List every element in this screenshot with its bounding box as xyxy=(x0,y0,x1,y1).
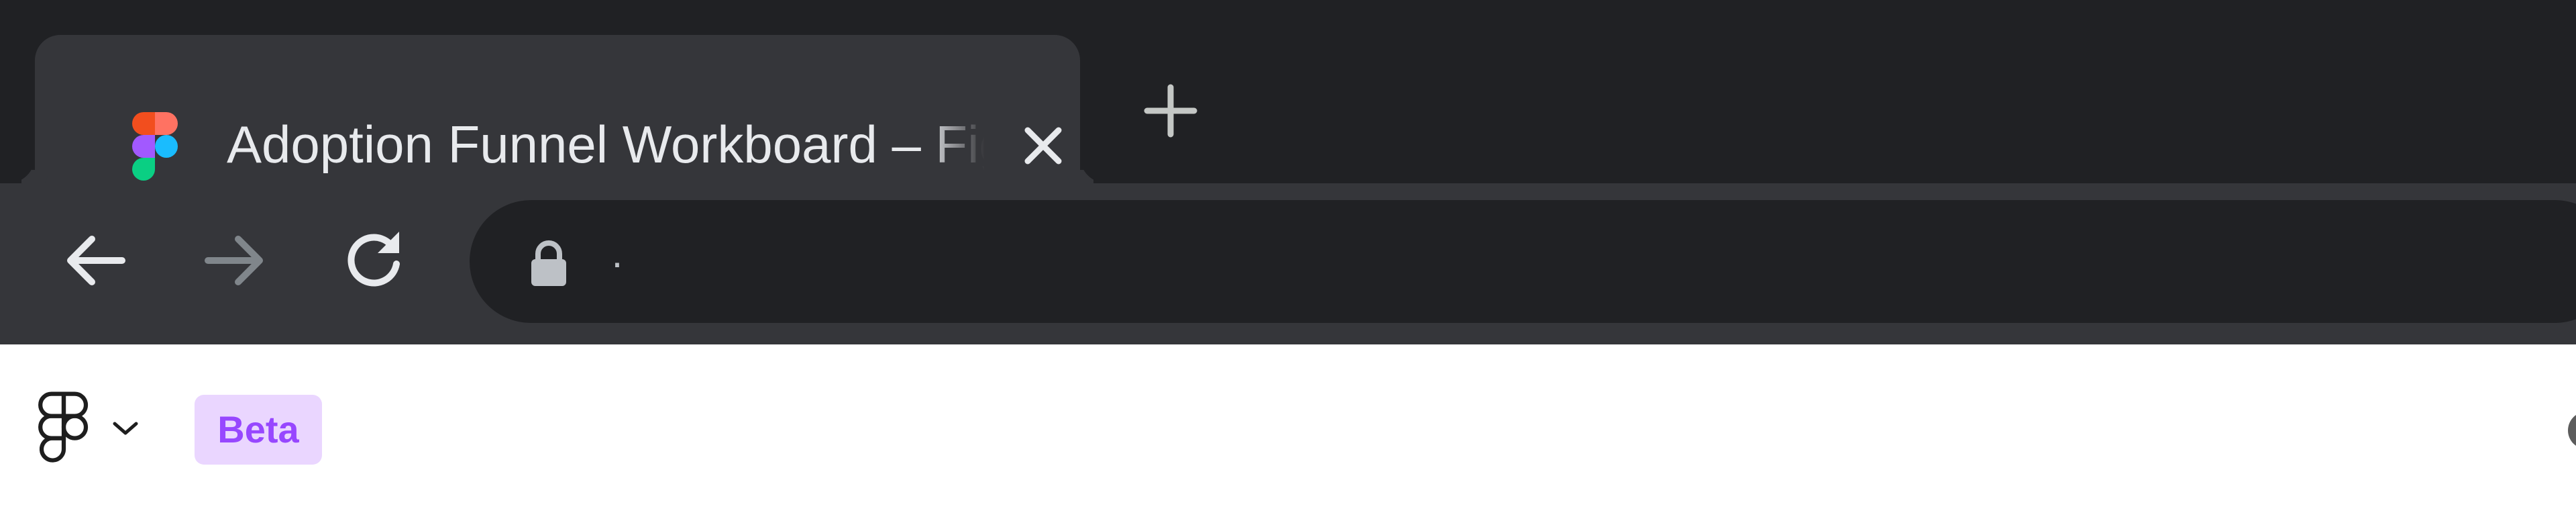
arrow-left-icon[interactable] xyxy=(58,224,132,297)
figma-logo-icon xyxy=(132,112,178,181)
url-text[interactable]: · xyxy=(610,232,624,293)
figma-mark-icon xyxy=(38,391,89,463)
lock-icon[interactable] xyxy=(529,239,569,287)
arrow-right-icon[interactable] xyxy=(198,224,272,297)
plus-icon[interactable] xyxy=(1140,81,1201,141)
beta-badge: Beta xyxy=(195,395,322,465)
browser-tab-active[interactable]: Adoption Funnel Workboard – Figma xyxy=(35,35,1080,183)
avatar[interactable] xyxy=(2568,412,2576,449)
main-menu-button[interactable] xyxy=(37,391,144,465)
browser-toolbar: · xyxy=(0,183,2576,344)
tab-title: Adoption Funnel Workboard – Figma xyxy=(227,115,985,174)
chevron-down-icon xyxy=(113,422,138,435)
reload-icon[interactable] xyxy=(337,224,411,297)
browser-tab-strip: Adoption Funnel Workboard – Figma xyxy=(0,0,2576,183)
app-header: Beta xyxy=(0,344,2576,519)
close-icon[interactable] xyxy=(1020,122,1067,169)
address-bar[interactable]: · xyxy=(470,200,2576,323)
